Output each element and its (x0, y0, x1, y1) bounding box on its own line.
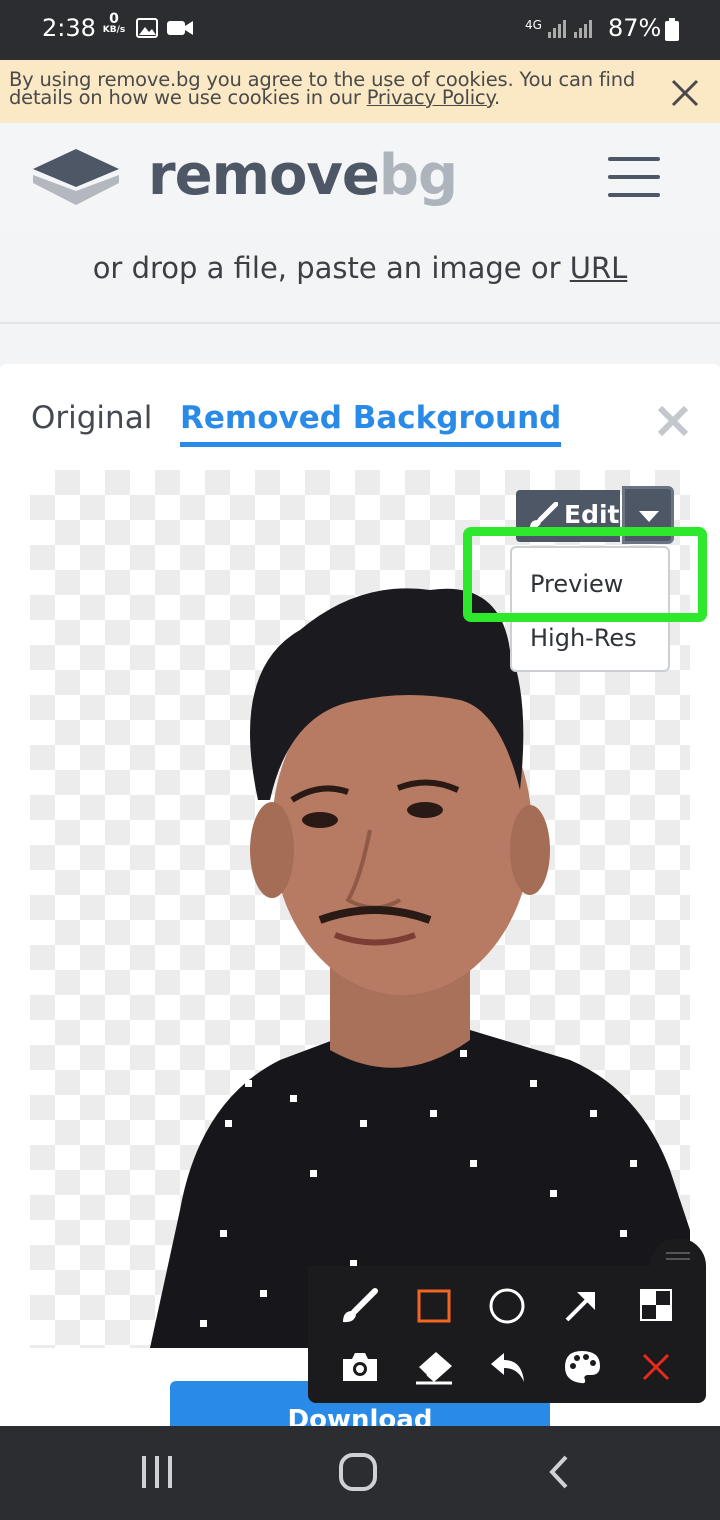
logo-text[interactable]: removebg (148, 143, 458, 208)
status-bar: 2:38 0 KB/s 4G 87% (0, 0, 720, 60)
highlight-box (463, 527, 707, 622)
close-icon[interactable] (656, 404, 690, 438)
home-icon[interactable] (338, 1452, 378, 1492)
cookie-text: By using remove.bg you agree to the use … (9, 68, 659, 109)
drop-text: or drop a file, paste an image or URL (0, 251, 720, 285)
drag-handle-icon (666, 1252, 690, 1260)
url-link[interactable]: URL (570, 251, 628, 285)
network-type: 4G (525, 18, 542, 32)
battery-icon (665, 18, 679, 41)
recent-apps-icon[interactable] (140, 1456, 176, 1488)
camera-icon[interactable] (340, 1350, 380, 1384)
undo-icon[interactable] (488, 1350, 528, 1384)
video-icon (167, 21, 193, 35)
signal-icon (548, 20, 592, 38)
logo-icon[interactable] (33, 147, 119, 209)
menu-item-high-res[interactable]: High-Res (530, 624, 637, 652)
navigation-bar (0, 1426, 720, 1520)
mosaic-icon[interactable] (639, 1288, 673, 1322)
cookie-message: By using remove.bg you agree to the use … (9, 68, 636, 109)
gallery-icon (136, 18, 158, 38)
privacy-policy-link[interactable]: Privacy Policy (367, 86, 495, 109)
close-icon[interactable] (641, 1352, 671, 1382)
cookie-banner: By using remove.bg you agree to the use … (0, 60, 720, 123)
logo-word-remove: remove (148, 143, 380, 208)
back-icon[interactable] (546, 1454, 572, 1490)
site-header: removebg (0, 123, 720, 231)
brush-icon[interactable] (340, 1288, 378, 1326)
rectangle-icon[interactable] (416, 1288, 452, 1324)
net-speed: 0 KB/s (100, 11, 128, 36)
drop-area[interactable]: or drop a file, paste an image or URL (0, 231, 720, 324)
logo-word-bg: bg (378, 143, 458, 208)
arrow-icon[interactable] (563, 1288, 599, 1324)
tab-original[interactable]: Original (31, 400, 152, 436)
edit-label: Edit (564, 500, 620, 529)
tab-removed-background[interactable]: Removed Background (180, 400, 562, 447)
drop-message: or drop a file, paste an image or (92, 251, 570, 285)
brush-icon (530, 502, 558, 529)
net-speed-unit: KB/s (102, 25, 126, 35)
battery-level: 87% (608, 14, 662, 42)
palette-icon[interactable] (563, 1349, 601, 1385)
caret-down-icon (639, 511, 659, 522)
eraser-icon[interactable] (412, 1349, 456, 1385)
net-speed-value: 0 (109, 11, 119, 27)
status-time: 2:38 (42, 14, 96, 42)
close-icon[interactable] (670, 78, 700, 108)
annotation-toolbar (308, 1266, 706, 1403)
hamburger-menu-icon[interactable] (608, 157, 660, 197)
cookie-period: . (494, 86, 500, 109)
circle-icon[interactable] (488, 1287, 526, 1325)
